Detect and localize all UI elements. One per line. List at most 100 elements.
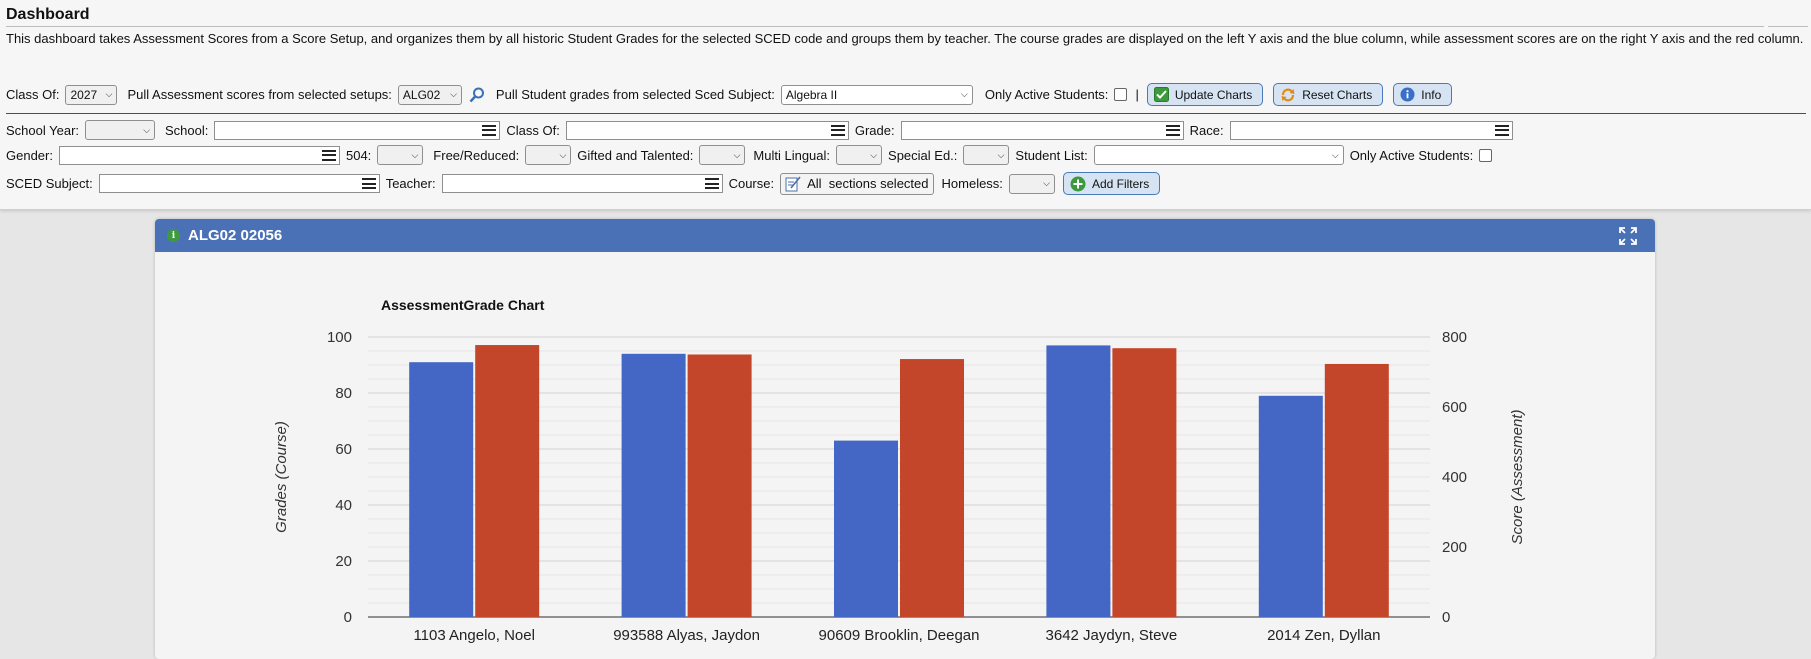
menu-icon	[361, 178, 376, 189]
score-bar	[687, 354, 752, 617]
grade-bar	[621, 353, 686, 617]
teacher-label: Teacher:	[385, 176, 436, 191]
grade-bar	[1258, 395, 1323, 617]
teacher-multiselect[interactable]	[441, 174, 723, 193]
setup-select[interactable]: ALG02 ⌵	[397, 84, 462, 105]
y-tick-label: 60	[335, 441, 352, 458]
course-label: Course:	[728, 176, 775, 191]
menu-icon	[1494, 124, 1509, 136]
x-tick-label: 2014 Zen, Dyllan	[1267, 627, 1380, 644]
assessment-grade-chart: 0 20 40 60 80 100 0 200 400 600 800 1103 Angelo, No…	[273, 329, 1526, 644]
reset-charts-button[interactable]: Reset Charts	[1273, 83, 1384, 106]
school-multiselect[interactable]	[214, 120, 501, 140]
free-reduced-label: Free/Reduced:	[433, 147, 520, 163]
chevron-down-icon: ⌵	[559, 149, 567, 160]
sced-subject-value: Algebra II	[785, 87, 838, 102]
grade-bar	[409, 362, 474, 617]
sced-subject-select[interactable]: Algebra II ⌵	[780, 84, 973, 105]
page-description: This dashboard takes Assessment Scores f…	[6, 31, 1804, 46]
controls-divider	[6, 113, 1806, 114]
class-of-multiselect[interactable]	[565, 120, 849, 140]
f504-label: 504:	[345, 147, 372, 163]
class-of-select[interactable]: 2027 ⌵	[65, 84, 118, 105]
special-ed-select[interactable]: ⌵	[963, 145, 1010, 165]
homeless-label: Homeless:	[941, 176, 1003, 191]
x-tick-label: 90609 Brooklin, Deegan	[819, 627, 980, 644]
y2-tick-label: 200	[1442, 539, 1467, 556]
gifted-select[interactable]: ⌵	[699, 145, 746, 165]
menu-icon	[830, 124, 845, 136]
y-axis-title: Grades (Course)	[273, 421, 290, 533]
setup-value: ALG02	[402, 87, 441, 102]
chevron-down-icon: ⌵	[143, 124, 151, 135]
gender-multiselect[interactable]	[58, 145, 340, 165]
homeless-select[interactable]: ⌵	[1008, 173, 1055, 194]
only-active-filter-checkbox[interactable]	[1479, 148, 1493, 162]
gifted-label: Gifted and Talented:	[577, 147, 694, 163]
gender-label: Gender:	[6, 147, 53, 163]
free-reduced-select[interactable]: ⌵	[525, 145, 572, 165]
update-charts-label: Update Charts	[1174, 87, 1253, 102]
info-icon	[1400, 87, 1415, 102]
menu-icon	[482, 124, 497, 136]
chevron-down-icon: ⌵	[1043, 178, 1050, 188]
y2-tick-label: 0	[1442, 609, 1450, 626]
menu-icon	[1165, 124, 1180, 136]
f504-select[interactable]: ⌵	[377, 145, 424, 165]
y2-tick-label: 400	[1442, 469, 1467, 486]
chart-panel: i ALG02 02056 AssessmentGrade Chart 0 20 4…	[155, 219, 1655, 659]
info-icon[interactable]: i	[167, 229, 180, 242]
checkmark-icon	[1153, 87, 1169, 102]
update-charts-button[interactable]: Update Charts	[1146, 83, 1264, 106]
course-multiselect[interactable]: All sections selected	[780, 172, 934, 195]
chevron-down-icon: ⌵	[997, 149, 1005, 160]
school-year-label: School Year:	[6, 122, 80, 138]
expand-icon[interactable]	[1619, 227, 1637, 249]
multi-lingual-label: Multi Lingual:	[753, 147, 831, 163]
pull-assessment-label: Pull Assessment scores from selected set…	[127, 87, 392, 102]
chart-panel-header: i ALG02 02056	[155, 219, 1655, 252]
grade-multiselect[interactable]	[900, 120, 1184, 140]
only-active-label: Only Active Students:	[984, 87, 1109, 102]
score-bar	[475, 345, 540, 617]
grade-bar	[834, 440, 898, 617]
search-icon[interactable]	[468, 86, 486, 104]
main-controls: Class Of: 2027 ⌵ Pull Assessment scores …	[6, 83, 1462, 106]
student-list-select[interactable]: ⌵	[1093, 145, 1344, 165]
score-bar	[1112, 348, 1177, 617]
y-tick-label: 0	[344, 609, 352, 626]
pipe-separator: |	[1135, 87, 1139, 102]
info-button[interactable]: Info	[1393, 83, 1453, 106]
y-tick-label: 20	[335, 553, 352, 570]
add-filters-label: Add Filters	[1091, 176, 1150, 191]
checklist-icon	[785, 175, 801, 192]
x-tick-label: 3642 Jaydyn, Steve	[1046, 627, 1178, 644]
chevron-down-icon: ⌵	[1331, 149, 1339, 160]
sced-subject-multiselect[interactable]	[98, 174, 380, 193]
y-tick-label: 100	[327, 329, 352, 346]
student-list-label: Student List:	[1015, 147, 1088, 163]
filter-row-1: School Year: ⌵ School: Class Of: Grade: …	[6, 120, 1519, 140]
plus-circle-icon	[1070, 176, 1086, 192]
menu-icon	[321, 149, 336, 161]
chevron-down-icon: ⌵	[450, 89, 457, 99]
class-of-filter-label: Class Of:	[506, 122, 560, 138]
school-label: School:	[165, 122, 209, 138]
x-tick-label: 1103 Angelo, Noel	[413, 627, 535, 644]
multi-lingual-select[interactable]: ⌵	[836, 145, 883, 165]
title-divider-end	[1768, 26, 1808, 27]
sced-subject-filter-label: SCED Subject:	[6, 176, 93, 191]
y2-tick-label: 800	[1442, 329, 1467, 346]
school-year-select[interactable]: ⌵	[85, 120, 156, 140]
chevron-down-icon: ⌵	[870, 149, 878, 160]
class-of-label: Class Of:	[6, 87, 60, 102]
y2-tick-label: 600	[1442, 399, 1467, 416]
y-tick-label: 80	[335, 385, 352, 402]
course-value: All sections selected	[807, 176, 929, 191]
chart-panel-title: ALG02 02056	[188, 227, 283, 244]
filter-row-2: Gender: 504: ⌵ Free/Reduced: ⌵ Gifted an…	[6, 145, 1500, 165]
race-multiselect[interactable]	[1229, 120, 1513, 140]
reset-charts-label: Reset Charts	[1302, 87, 1373, 102]
only-active-checkbox[interactable]	[1114, 88, 1128, 101]
add-filters-button[interactable]: Add Filters	[1062, 172, 1161, 195]
